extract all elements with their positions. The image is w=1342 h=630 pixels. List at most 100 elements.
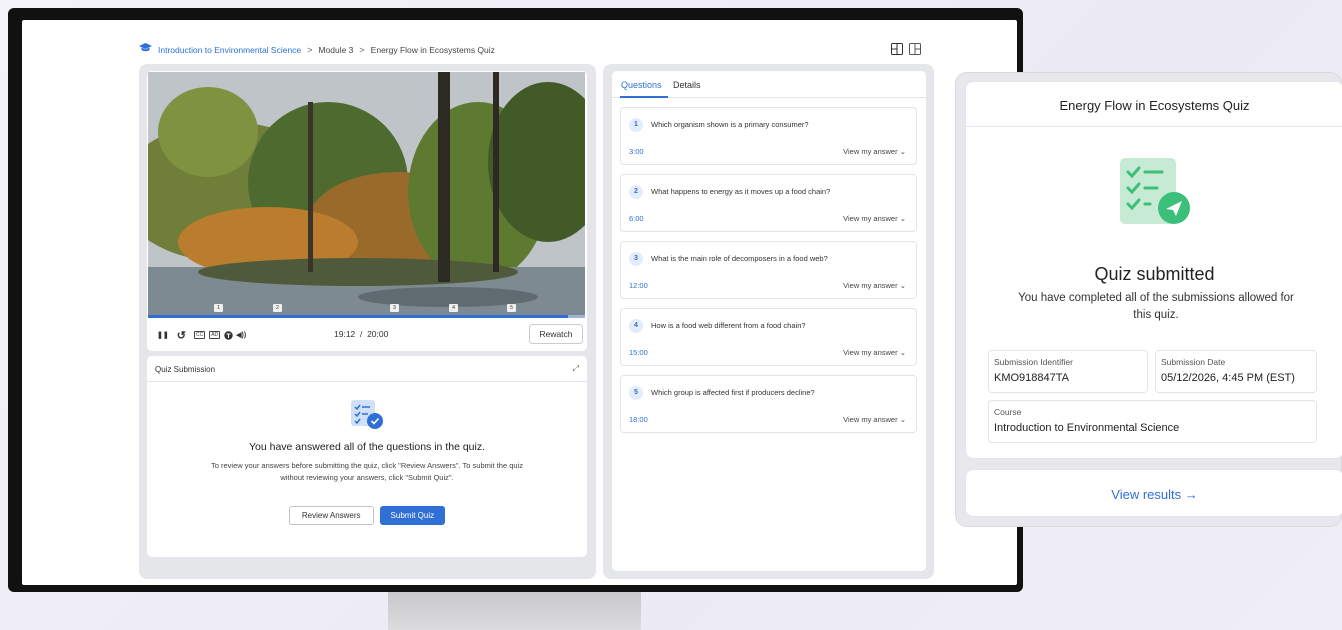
question-item[interactable]: 1 Which organism shown is a primary cons… <box>620 107 917 165</box>
tab-active-indicator <box>620 96 668 98</box>
submission-id-value: KMO918847TA <box>994 372 1070 384</box>
chapter-marker[interactable]: 4 <box>449 304 458 312</box>
question-timestamp[interactable]: 15:00 <box>629 348 648 357</box>
quiz-submission-title: You have answered all of the questions i… <box>248 441 486 453</box>
layout-toggle <box>891 42 921 60</box>
view-answer-label: View my answer <box>843 281 898 290</box>
question-text: How is a food web different from a food … <box>651 321 806 330</box>
quiz-submission-actions: Review Answers Submit Quiz <box>147 506 587 525</box>
breadcrumb-separator: > <box>307 44 313 55</box>
chapter-marker[interactable]: 5 <box>507 304 516 312</box>
replay-icon[interactable]: ↺ <box>177 329 186 342</box>
question-timestamp[interactable]: 12:00 <box>629 281 648 290</box>
monitor-stand <box>388 592 641 630</box>
view-answer-toggle[interactable]: View my answer ⌄ <box>843 147 906 156</box>
chevron-down-icon: ⌄ <box>899 348 906 357</box>
quiz-submission-card: Quiz Submission ⤢ You have answered all … <box>147 356 587 557</box>
breadcrumb: Introduction to Environmental Science > … <box>139 43 495 56</box>
breadcrumb-module[interactable]: Module 3 <box>318 45 353 55</box>
volume-icon[interactable]: ◀)) <box>236 331 246 339</box>
submission-details: Energy Flow in Ecosystems Quiz Quiz subm… <box>965 81 1342 459</box>
question-item[interactable]: 5 Which group is affected first if produ… <box>620 375 917 433</box>
checklist-icon <box>351 400 383 435</box>
course-value: Introduction to Environmental Science <box>994 422 1180 434</box>
view-answer-label: View my answer <box>843 348 898 357</box>
view-answer-toggle[interactable]: View my answer ⌄ <box>843 214 906 223</box>
breadcrumb-course-link[interactable]: Introduction to Environmental Science <box>158 45 301 55</box>
audio-description-icon[interactable]: AD <box>209 331 221 339</box>
chevron-down-icon: ⌄ <box>899 147 906 156</box>
captions-icon[interactable]: CC <box>193 331 206 339</box>
question-timestamp[interactable]: 3:00 <box>629 147 644 156</box>
language-icon[interactable] <box>224 330 233 340</box>
video-player: 1 2 3 4 5 ❚❚ ↺ CC AD ◀)) 19:12 / 20:00 R… <box>147 71 587 351</box>
view-results-button[interactable]: View results → <box>965 469 1342 517</box>
submission-id-field: Submission Identifier KMO918847TA <box>988 350 1148 393</box>
tab-bar: Questions Details <box>612 71 926 98</box>
tab-questions[interactable]: Questions <box>621 80 662 90</box>
layout-split-icon[interactable] <box>891 42 903 60</box>
question-number: 5 <box>629 386 643 400</box>
submission-confirmation-card: Energy Flow in Ecosystems Quiz Quiz subm… <box>955 72 1342 527</box>
quiz-submission-description: To review your answers before submitting… <box>211 461 523 482</box>
video-controls: ❚❚ ↺ CC AD ◀)) 19:12 / 20:00 Rewatch <box>157 324 583 344</box>
video-time: 19:12 / 20:00 <box>334 329 389 339</box>
view-answer-toggle[interactable]: View my answer ⌄ <box>843 281 906 290</box>
question-text: Which organism shown is a primary consum… <box>651 120 809 129</box>
question-text: What happens to energy as it moves up a … <box>651 187 831 196</box>
rewatch-button[interactable]: Rewatch <box>529 324 583 344</box>
layout-columns-icon[interactable] <box>909 42 921 60</box>
submission-date-label: Submission Date <box>1161 357 1226 367</box>
chevron-down-icon: ⌄ <box>899 281 906 290</box>
submission-date-value: 05/12/2026, 4:45 PM (EST) <box>1161 372 1295 384</box>
breadcrumb-separator: > <box>359 44 365 55</box>
chevron-down-icon: ⌄ <box>899 415 906 424</box>
question-item[interactable]: 4 How is a food web different from a foo… <box>620 308 917 366</box>
left-panel: 1 2 3 4 5 ❚❚ ↺ CC AD ◀)) 19:12 / 20:00 R… <box>139 64 596 579</box>
submission-date-field: Submission Date 05/12/2026, 4:45 PM (EST… <box>1155 350 1317 393</box>
question-number: 4 <box>629 319 643 333</box>
screen: Introduction to Environmental Science > … <box>22 20 1017 585</box>
right-panel: Questions Details 1 Which organism shown… <box>603 64 934 579</box>
video-progress[interactable] <box>148 315 585 318</box>
view-answer-label: View my answer <box>843 415 898 424</box>
question-item[interactable]: 3 What is the main role of decomposers i… <box>620 241 917 299</box>
submit-quiz-button[interactable]: Submit Quiz <box>379 506 446 525</box>
view-answer-toggle[interactable]: View my answer ⌄ <box>843 415 906 424</box>
question-text: Which group is affected first if produce… <box>651 388 815 397</box>
question-timestamp[interactable]: 6:00 <box>629 214 644 223</box>
course-label: Course <box>994 407 1022 417</box>
submission-id-label: Submission Identifier <box>994 357 1073 367</box>
chevron-down-icon: ⌄ <box>899 214 906 223</box>
chapter-marker[interactable]: 1 <box>214 304 223 312</box>
view-answer-label: View my answer <box>843 147 898 156</box>
chapter-marker[interactable]: 2 <box>273 304 282 312</box>
question-number: 3 <box>629 252 643 266</box>
view-results-label: View results → <box>1111 487 1198 502</box>
expand-icon[interactable]: ⤢ <box>573 364 579 374</box>
review-answers-button[interactable]: Review Answers <box>288 506 374 525</box>
video-frame[interactable] <box>148 72 585 317</box>
question-text: What is the main role of decomposers in … <box>651 254 828 263</box>
submitted-checklist-icon <box>1114 152 1200 235</box>
graduation-cap-icon <box>139 43 152 56</box>
question-item[interactable]: 2 What happens to energy as it moves up … <box>620 174 917 232</box>
question-number: 1 <box>629 118 643 132</box>
chapter-marker[interactable]: 3 <box>390 304 399 312</box>
view-answer-toggle[interactable]: View my answer ⌄ <box>843 348 906 357</box>
question-timestamp[interactable]: 18:00 <box>629 415 648 424</box>
quiz-submitted-heading: Quiz submitted <box>1094 264 1215 284</box>
questions-card: Questions Details 1 Which organism shown… <box>612 71 926 571</box>
view-answer-label: View my answer <box>843 214 898 223</box>
tab-details[interactable]: Details <box>673 80 701 90</box>
breadcrumb-quiz: Energy Flow in Ecosystems Quiz <box>370 44 495 55</box>
quiz-submission-header: Quiz Submission ⤢ <box>147 356 587 382</box>
quiz-title: Energy Flow in Ecosystems Quiz <box>966 82 1342 127</box>
quiz-submitted-subtext: You have completed all of the submission… <box>1018 292 1294 321</box>
pause-icon[interactable]: ❚❚ <box>157 331 169 339</box>
quiz-submission-heading: Quiz Submission <box>155 365 216 374</box>
question-number: 2 <box>629 185 643 199</box>
video-progress-fill <box>148 315 568 318</box>
course-field: Course Introduction to Environmental Sci… <box>988 400 1317 443</box>
monitor: Introduction to Environmental Science > … <box>8 8 1023 592</box>
